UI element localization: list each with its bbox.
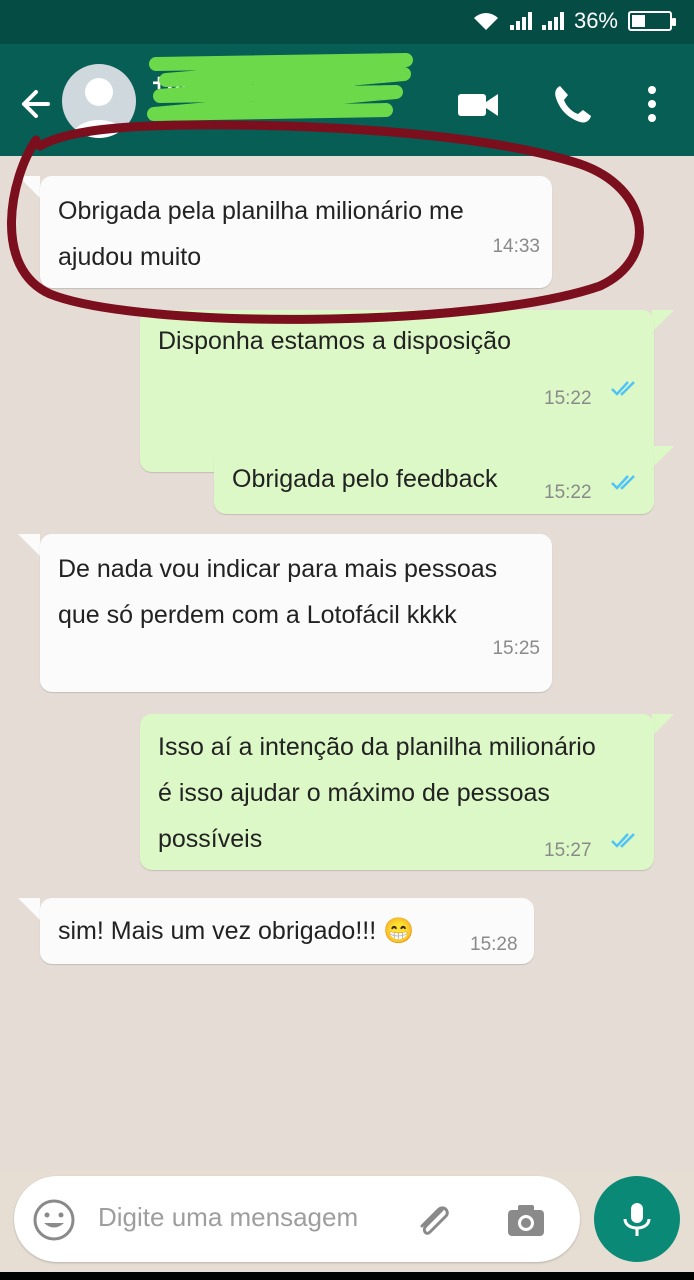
message-text-line: Obrigada pela planilha milionário me bbox=[58, 197, 464, 225]
message-text-line: Obrigada pelo feedback bbox=[232, 465, 498, 493]
message-composer: Digite uma mensagem bbox=[14, 1176, 580, 1262]
attach-icon[interactable] bbox=[412, 1198, 456, 1242]
read-receipt-icon bbox=[611, 381, 635, 396]
signal-icon bbox=[509, 12, 532, 30]
emoji-icon[interactable] bbox=[32, 1198, 76, 1242]
battery-icon bbox=[628, 11, 676, 31]
video-call-icon[interactable] bbox=[456, 82, 500, 126]
message-time: 15:28 bbox=[470, 934, 518, 955]
system-nav-bar bbox=[0, 1272, 694, 1280]
outgoing-message[interactable]: Isso aí a intenção da planilha milionári… bbox=[140, 714, 654, 870]
message-time: 15:25 bbox=[492, 638, 540, 659]
message-text-line: Isso aí a intenção da planilha milionári… bbox=[158, 733, 596, 761]
signal-icon bbox=[541, 12, 564, 30]
status-bar: 36% bbox=[0, 0, 694, 44]
message-text-line: que só perdem com a Lotofácil kkkk bbox=[58, 601, 457, 629]
message-list[interactable]: Obrigada pela planilha milionário me aju… bbox=[0, 156, 694, 1170]
message-time: 15:27 bbox=[544, 840, 592, 861]
message-input[interactable]: Digite uma mensagem bbox=[98, 1202, 358, 1233]
avatar[interactable] bbox=[62, 64, 136, 138]
message-time: 14:33 bbox=[492, 236, 540, 257]
chat-header: +55 11987654321 bbox=[0, 44, 694, 156]
back-arrow-icon[interactable] bbox=[14, 84, 54, 124]
camera-icon[interactable] bbox=[504, 1198, 548, 1242]
mic-icon bbox=[623, 1203, 651, 1236]
bubble-tail bbox=[652, 446, 674, 468]
message-text-line: é isso ajudar o máximo de pessoas bbox=[158, 779, 550, 807]
voice-call-icon[interactable] bbox=[550, 82, 594, 126]
battery-percent: 36% bbox=[573, 8, 618, 33]
read-receipt-icon bbox=[611, 475, 635, 490]
incoming-message[interactable]: De nada vou indicar para mais pessoas qu… bbox=[40, 534, 552, 692]
bubble-tail bbox=[652, 714, 674, 736]
person-icon bbox=[72, 78, 126, 138]
message-time: 15:22 bbox=[544, 388, 592, 409]
message-time: 15:22 bbox=[544, 482, 592, 503]
outgoing-message[interactable]: Obrigada pelo feedback 15:22 bbox=[214, 446, 654, 514]
more-vert-icon[interactable] bbox=[630, 82, 674, 126]
message-text-line: ajudou muito bbox=[58, 243, 202, 271]
incoming-message[interactable]: sim! Mais um vez obrigado!!! 😁 15:28 bbox=[40, 898, 534, 964]
bubble-tail bbox=[18, 534, 40, 556]
read-receipt-icon bbox=[611, 833, 635, 848]
bubble-tail bbox=[18, 176, 40, 198]
wifi-icon bbox=[473, 13, 498, 30]
message-text-line: sim! Mais um vez obrigado!!! 😁 bbox=[58, 917, 415, 945]
bubble-tail bbox=[18, 898, 40, 920]
mic-button[interactable] bbox=[594, 1176, 680, 1262]
incoming-message[interactable]: Obrigada pela planilha milionário me aju… bbox=[40, 176, 552, 288]
bubble-tail bbox=[652, 310, 674, 332]
redaction-scribble bbox=[147, 53, 413, 121]
message-text-line: Disponha estamos a disposição bbox=[158, 327, 511, 355]
message-text-line: De nada vou indicar para mais pessoas bbox=[58, 555, 498, 583]
